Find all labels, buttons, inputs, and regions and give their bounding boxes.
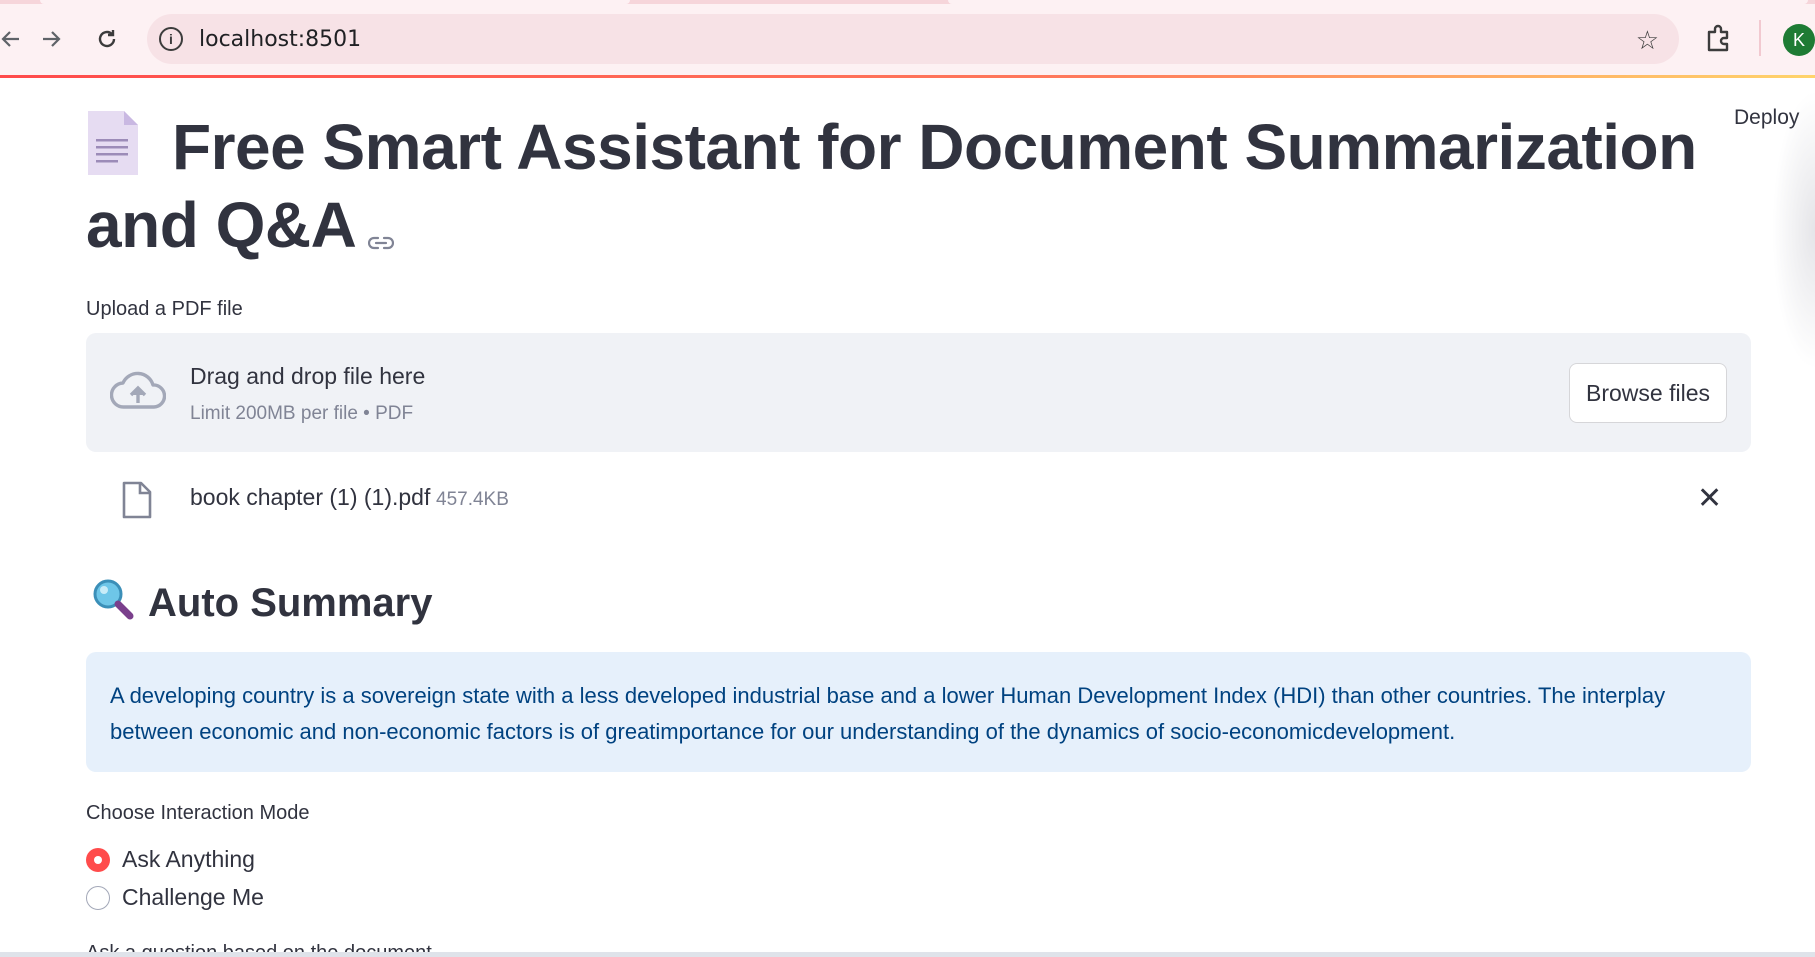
tab-right[interactable] xyxy=(948,0,1808,4)
tab-strip xyxy=(0,0,1815,4)
info-icon[interactable]: i xyxy=(159,27,183,51)
dropzone-title: Drag and drop file here xyxy=(190,363,426,389)
tab-left[interactable] xyxy=(40,0,630,4)
toolbar-separator xyxy=(1759,20,1761,56)
forward-arrow-icon[interactable] xyxy=(34,21,70,57)
reload-icon[interactable] xyxy=(89,21,125,57)
radio-label: Challenge Me xyxy=(122,884,264,910)
streamlit-header-decoration xyxy=(0,75,1815,78)
link-icon[interactable] xyxy=(368,191,395,269)
radio-button[interactable] xyxy=(86,885,110,910)
summary-heading: Auto Summary xyxy=(90,576,433,630)
file-dropzone[interactable]: Drag and drop file here Limit 200MB per … xyxy=(86,333,1751,452)
url-text[interactable]: localhost:8501 xyxy=(199,27,361,52)
page-title: Free Smart Assistant for Document Summar… xyxy=(86,108,1766,269)
upload-label: Upload a PDF file xyxy=(86,298,243,320)
radio-option-challenge-me[interactable]: Challenge Me xyxy=(86,884,264,911)
close-icon[interactable]: ✕ xyxy=(1697,484,1722,514)
radio-label: Ask Anything xyxy=(122,846,255,872)
window-bottom-border xyxy=(0,952,1815,957)
browser-toolbar: i localhost:8501 ☆ K xyxy=(0,0,1815,76)
extensions-icon[interactable] xyxy=(1703,22,1735,54)
back-arrow-icon[interactable] xyxy=(0,21,28,57)
document-emoji-icon xyxy=(86,111,138,175)
radio-option-ask-anything[interactable]: Ask Anything xyxy=(86,846,255,873)
mode-label: Choose Interaction Mode xyxy=(86,802,310,824)
sidebar-shadow xyxy=(1772,90,1815,370)
summary-heading-text: Auto Summary xyxy=(148,580,433,625)
dropzone-subtitle: Limit 200MB per file • PDF xyxy=(190,403,414,424)
page-title-text: Free Smart Assistant for Document Summar… xyxy=(86,111,1697,261)
address-bar[interactable]: i localhost:8501 ☆ xyxy=(147,14,1679,64)
cloud-upload-icon xyxy=(109,369,167,416)
uploaded-file-size: 457.4KB xyxy=(436,489,509,510)
star-icon[interactable]: ☆ xyxy=(1636,25,1659,56)
summary-info-box: A developing country is a sovereign stat… xyxy=(86,652,1751,772)
browse-files-button[interactable]: Browse files xyxy=(1569,363,1727,423)
file-icon xyxy=(122,481,152,524)
magnifier-emoji-icon xyxy=(90,576,134,630)
profile-avatar[interactable]: K xyxy=(1783,24,1815,56)
radio-button-selected[interactable] xyxy=(86,847,110,872)
uploaded-file-name: book chapter (1) (1).pdf xyxy=(190,484,431,510)
